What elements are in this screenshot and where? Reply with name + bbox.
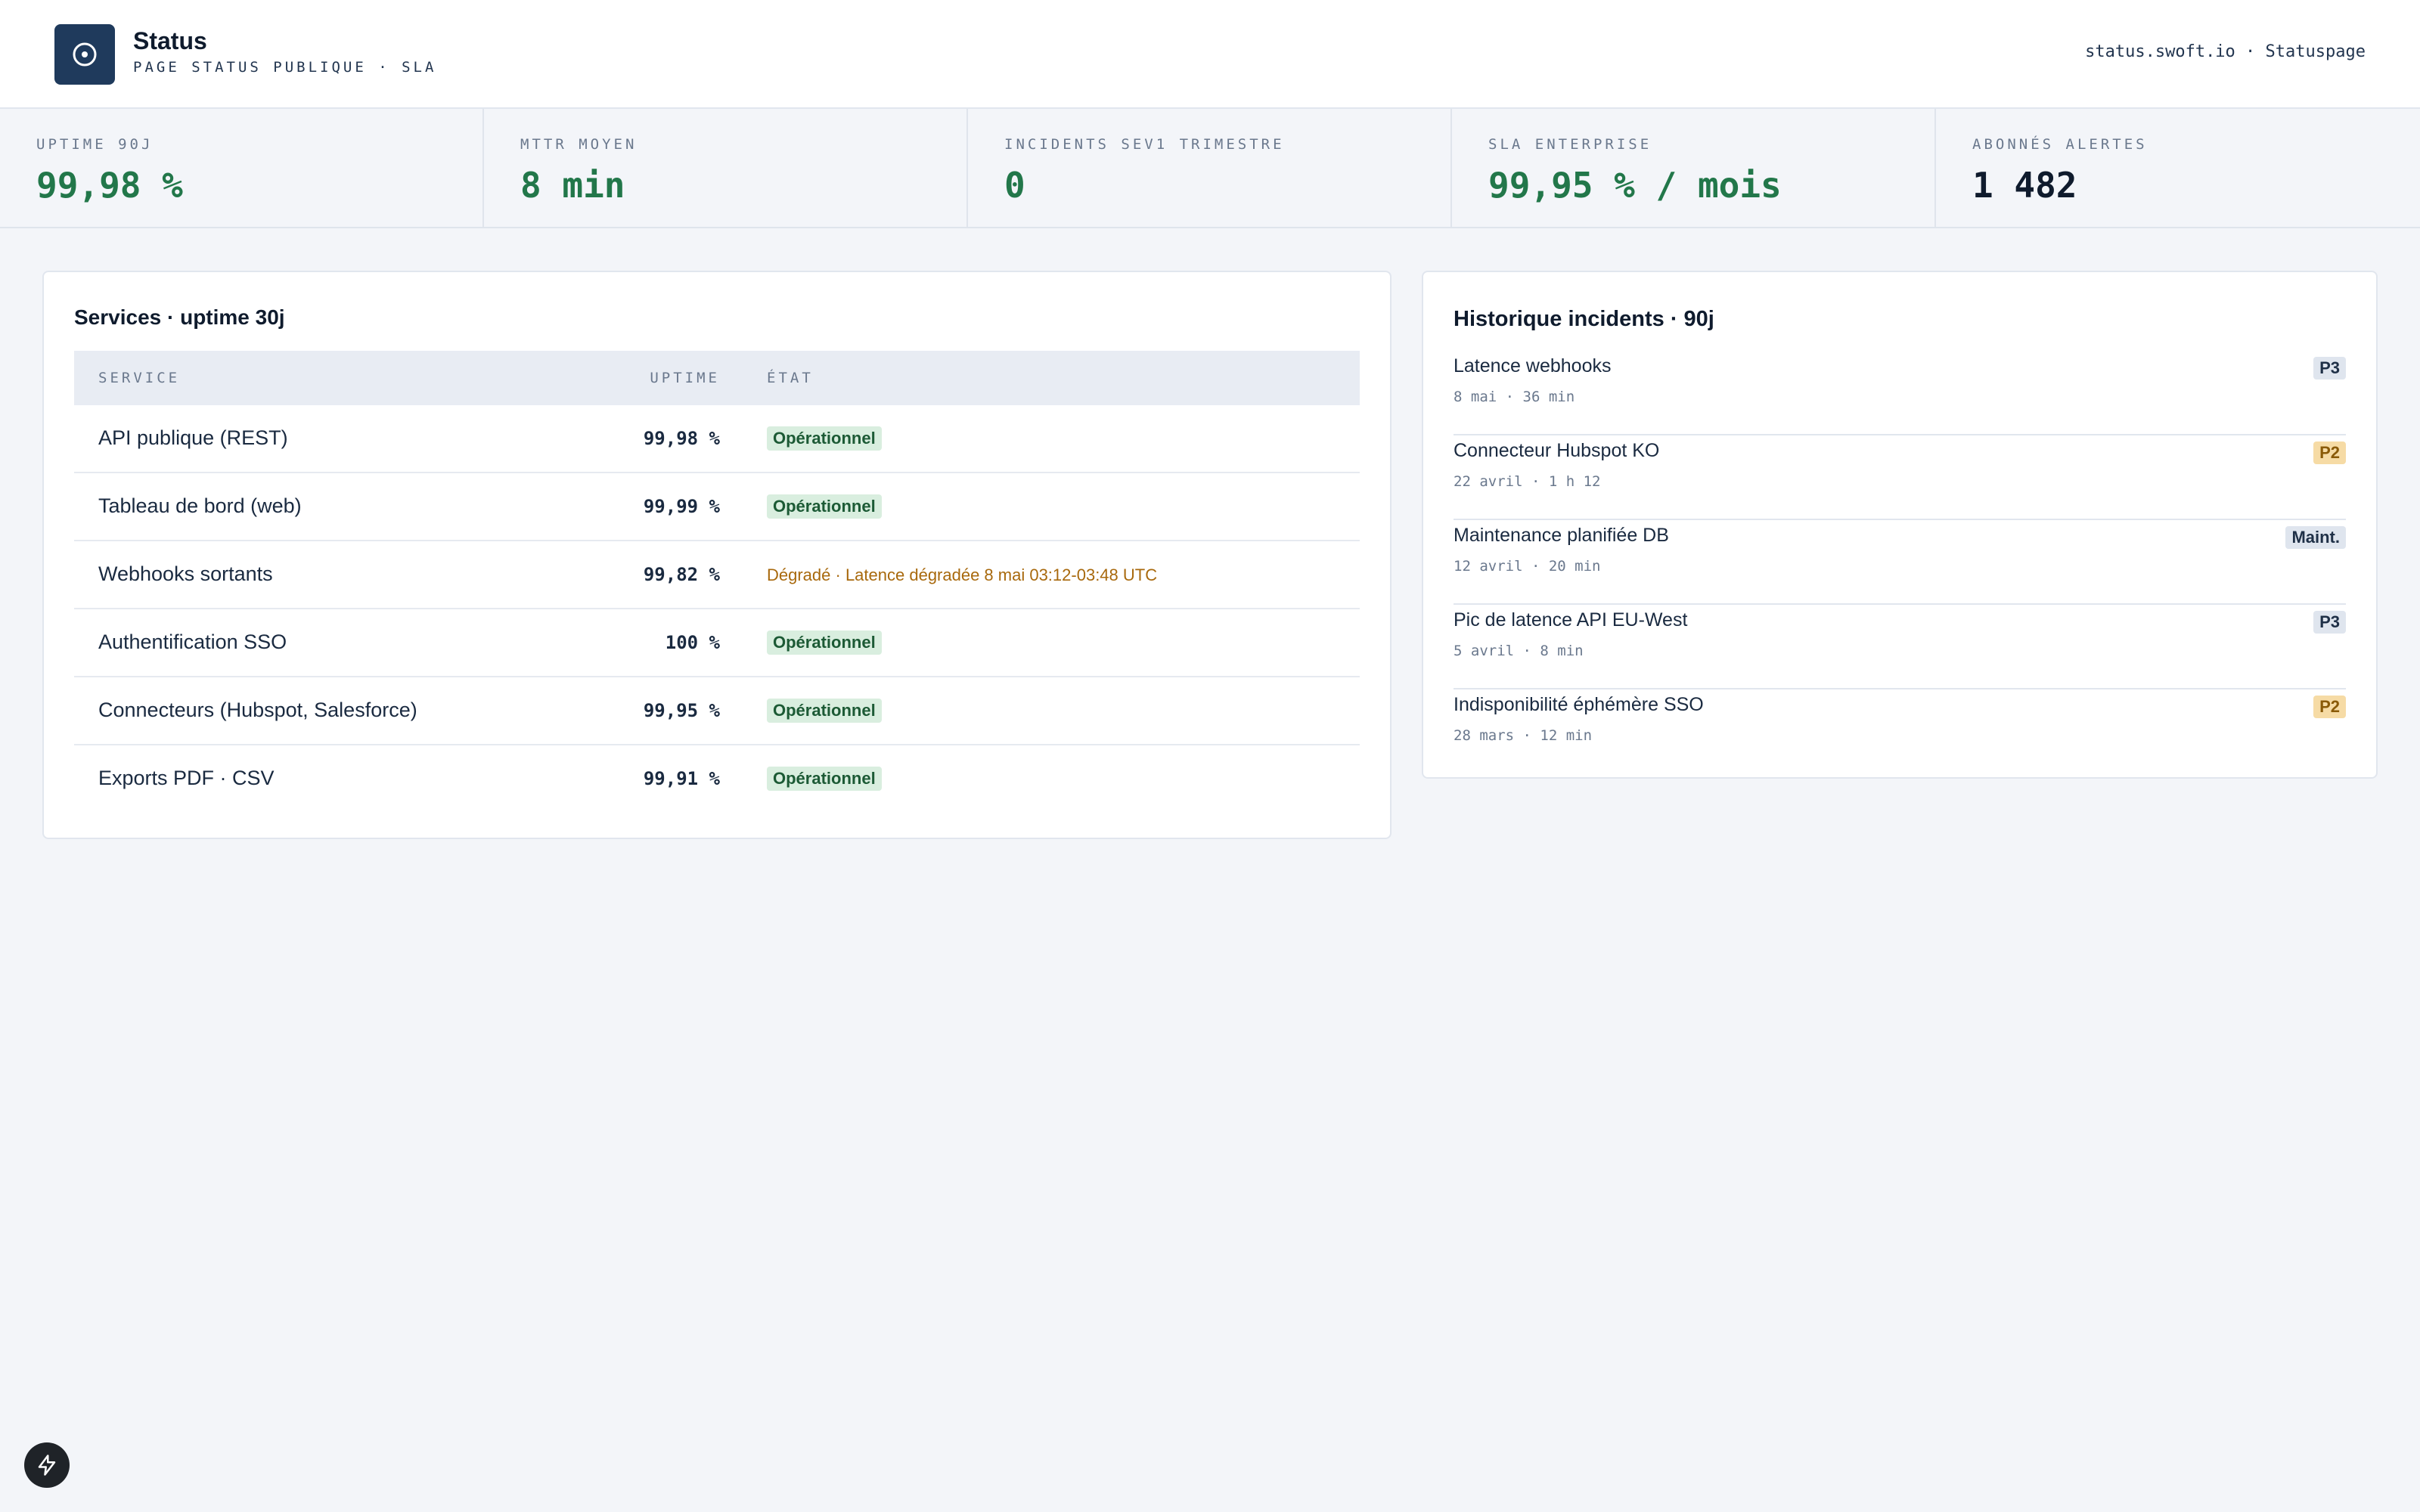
list-item[interactable]: Indisponibilité éphémère SSO 28 mars · 1… [1454,689,2346,773]
kpi-label: INCIDENTS SEV1 TRIMESTRE [1004,136,1285,153]
kpi-label: MTTR MOYEN [520,136,638,153]
kpi-label: SLA ENTERPRISE [1488,136,1652,153]
kpi-value: 0 [1004,165,1025,206]
app-subtitle: PAGE STATUS PUBLIQUE · SLA [133,59,437,76]
severity-badge: P3 [2313,357,2346,380]
incident-title: Latence webhooks [1454,355,1612,376]
service-name: Exports PDF · CSV [98,767,275,789]
service-uptime: 100 % [665,632,720,653]
service-state: Dégradé · Latence dégradée 8 mai 03:12-0… [767,562,1157,585]
service-uptime: 99,91 % [643,768,720,789]
app-logo[interactable] [54,24,115,85]
table-header: SERVICE UPTIME ÉTAT [74,351,1360,405]
lightning-bolt-icon [38,1455,56,1476]
service-uptime: 99,95 % [643,700,720,721]
app-title: Status [133,27,207,54]
status-degraded-text: Dégradé · Latence dégradée 8 mai 03:12-0… [767,565,1158,584]
service-state: Opérationnel [767,631,882,655]
kpi-value: 99,95 % / mois [1488,165,1782,206]
service-name: API publique (REST) [98,426,288,449]
service-state: Opérationnel [767,426,882,451]
status-badge: Opérationnel [767,426,882,451]
status-badge: Opérationnel [767,699,882,723]
services-table: SERVICE UPTIME ÉTAT API publique (REST) … [74,351,1360,812]
incidents-card: Historique incidents · 90j Latence webho… [1422,271,2378,779]
severity-badge: P3 [2313,611,2346,634]
column-header-state: ÉTAT [767,370,814,386]
service-uptime: 99,98 % [643,428,720,449]
kpi-label: UPTIME 90J [36,136,154,153]
kpi-value: 99,98 % [36,165,183,206]
incident-title: Indisponibilité éphémère SSO [1454,694,1704,715]
services-card: Services · uptime 30j SERVICE UPTIME ÉTA… [42,271,1392,839]
kpi-label: ABONNÉS ALERTES [1972,136,2148,153]
service-state: Opérationnel [767,494,882,519]
service-uptime: 99,82 % [643,564,720,585]
kpi-value: 8 min [520,165,625,206]
kpi-band: UPTIME 90J 99,98 % MTTR MOYEN 8 min INCI… [0,109,2420,228]
incident-title: Connecteur Hubspot KO [1454,440,1660,461]
service-state: Opérationnel [767,767,882,791]
table-row: API publique (REST) 99,98 % Opérationnel [74,405,1360,473]
list-item[interactable]: Latence webhooks 8 mai · 36 min P3 [1454,351,2346,435]
list-item[interactable]: Maintenance planifiée DB 12 avril · 20 m… [1454,520,2346,605]
column-header-service: SERVICE [98,370,181,386]
severity-badge: Maint. [2285,526,2346,549]
table-row: Authentification SSO 100 % Opérationnel [74,609,1360,677]
severity-badge: P2 [2313,442,2346,464]
kpi-sla-enterprise: SLA ENTERPRISE 99,95 % / mois [1452,109,1936,227]
status-badge: Opérationnel [767,631,882,655]
table-row: Exports PDF · CSV 99,91 % Opérationnel [74,745,1360,812]
services-title: Services · uptime 30j [74,305,285,329]
service-uptime: 99,99 % [643,496,720,517]
status-badge: Opérationnel [767,494,882,519]
severity-badge: P2 [2313,696,2346,718]
incident-meta: 8 mai · 36 min [1454,389,1575,405]
kpi-uptime-90d: UPTIME 90J 99,98 % [0,109,484,227]
table-row: Tableau de bord (web) 99,99 % Opérationn… [74,473,1360,541]
service-state: Opérationnel [767,699,882,723]
page-header: Status PAGE STATUS PUBLIQUE · SLA status… [0,0,2420,109]
incident-meta: 22 avril · 1 h 12 [1454,473,1601,490]
service-name: Connecteurs (Hubspot, Salesforce) [98,699,417,721]
incident-title: Maintenance planifiée DB [1454,525,1669,546]
table-row: Connecteurs (Hubspot, Salesforce) 99,95 … [74,677,1360,745]
incident-title: Pic de latence API EU-West [1454,609,1688,631]
kpi-mttr: MTTR MOYEN 8 min [484,109,968,227]
service-name: Webhooks sortants [98,562,273,585]
status-domain-link[interactable]: status.swoft.io · Statuspage [2085,42,2366,61]
incident-meta: 28 mars · 12 min [1454,727,1593,744]
target-icon [73,42,97,67]
incident-meta: 5 avril · 8 min [1454,643,1584,659]
incident-meta: 12 avril · 20 min [1454,558,1601,575]
table-row: Webhooks sortants 99,82 % Dégradé · Late… [74,541,1360,609]
kpi-value: 1 482 [1972,165,2077,206]
dev-tools-button[interactable] [24,1442,70,1488]
incidents-list: Latence webhooks 8 mai · 36 min P3 Conne… [1454,351,2346,773]
service-name: Authentification SSO [98,631,287,653]
incidents-title: Historique incidents · 90j [1454,307,1714,331]
kpi-sev1-incidents: INCIDENTS SEV1 TRIMESTRE 0 [968,109,1452,227]
service-name: Tableau de bord (web) [98,494,302,517]
kpi-alert-subscribers: ABONNÉS ALERTES 1 482 [1936,109,2420,227]
list-item[interactable]: Connecteur Hubspot KO 22 avril · 1 h 12 … [1454,435,2346,520]
status-badge: Opérationnel [767,767,882,791]
column-header-uptime: UPTIME [650,370,720,386]
list-item[interactable]: Pic de latence API EU-West 5 avril · 8 m… [1454,605,2346,689]
